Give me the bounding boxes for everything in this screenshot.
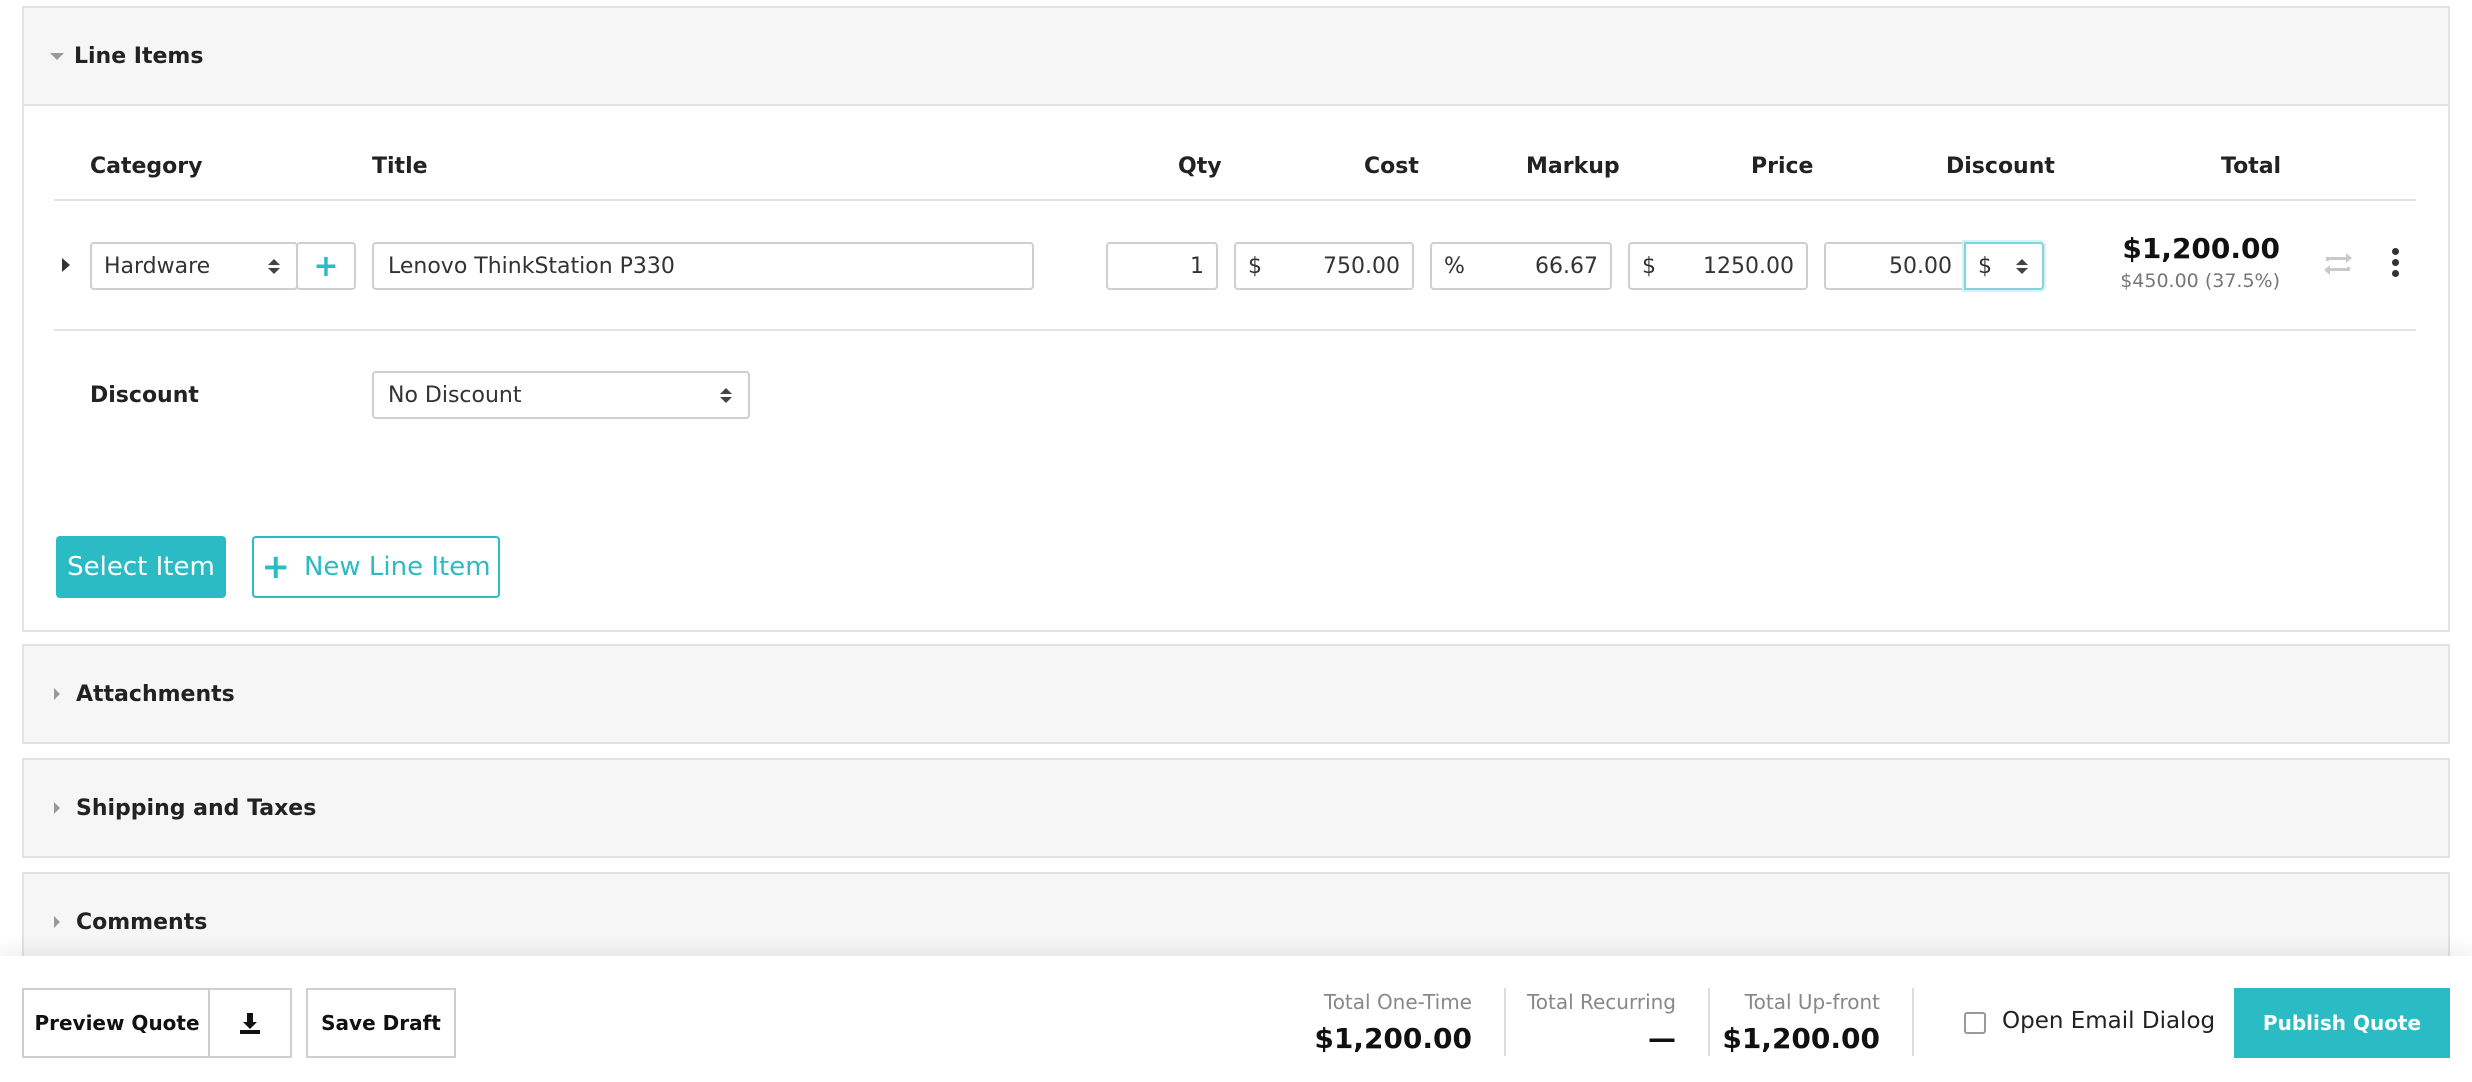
attachments-title: Attachments	[76, 681, 235, 707]
email-dialog-label: Open Email Dialog	[2002, 1008, 2216, 1034]
add-category-button[interactable]: +	[296, 242, 356, 290]
select-arrows-icon	[720, 387, 732, 403]
discount-label: Discount	[90, 383, 199, 408]
discount-type-select[interactable]: $	[1964, 242, 2044, 290]
save-draft-button[interactable]: Save Draft	[306, 988, 456, 1058]
price-value: 1250.00	[1703, 253, 1794, 279]
publish-quote-button[interactable]: Publish Quote	[2234, 988, 2450, 1058]
discount-type-value: $	[1978, 253, 1992, 279]
price-prefix: $	[1642, 253, 1656, 279]
total-upfront-label: Total Up-front	[1744, 990, 1880, 1014]
title-value: Lenovo ThinkStation P330	[388, 253, 675, 279]
new-line-item-button[interactable]: + New Line Item	[252, 536, 500, 598]
col-discount: Discount	[1946, 154, 2055, 179]
recurring-icon[interactable]	[2322, 252, 2354, 280]
line-items-header[interactable]: Line Items	[24, 8, 2448, 106]
caret-right-icon	[54, 688, 60, 700]
caret-down-icon	[50, 52, 64, 60]
row-divider	[54, 329, 2416, 331]
col-category: Category	[90, 154, 203, 179]
row-margin: $450.00 (37.5%)	[2120, 270, 2280, 292]
qty-input[interactable]: 1	[1106, 242, 1218, 290]
new-line-item-label: New Line Item	[303, 552, 491, 582]
shipping-panel[interactable]: Shipping and Taxes	[22, 758, 2450, 858]
more-options-icon[interactable]	[2392, 248, 2399, 277]
cost-prefix: $	[1248, 253, 1262, 279]
cost-input[interactable]: $ 750.00	[1234, 242, 1414, 290]
caret-right-icon	[54, 916, 60, 928]
qty-value: 1	[1190, 253, 1204, 279]
col-markup: Markup	[1526, 154, 1620, 179]
total-one-time-value: $1,200.00	[1314, 1022, 1472, 1055]
expand-row-icon[interactable]	[62, 258, 70, 272]
title-input[interactable]: Lenovo ThinkStation P330	[372, 242, 1034, 290]
total-one-time-label: Total One-Time	[1323, 990, 1472, 1014]
col-title: Title	[372, 154, 428, 179]
discount-select[interactable]: No Discount	[372, 371, 750, 419]
line-items-title: Line Items	[74, 43, 204, 69]
total-recurring-label: Total Recurring	[1526, 990, 1676, 1014]
divider	[1912, 988, 1914, 1056]
shipping-title: Shipping and Taxes	[76, 795, 317, 821]
caret-right-icon	[54, 802, 60, 814]
category-value: Hardware	[104, 253, 211, 279]
category-select[interactable]: Hardware	[90, 242, 298, 290]
row-total: $1,200.00	[2122, 232, 2280, 265]
email-dialog-checkbox[interactable]	[1964, 1012, 1986, 1034]
select-arrows-icon	[2016, 258, 2028, 274]
total-recurring-value: —	[1648, 1022, 1676, 1055]
header-divider	[54, 199, 2416, 201]
attachments-panel[interactable]: Attachments	[22, 644, 2450, 744]
price-input[interactable]: $ 1250.00	[1628, 242, 1808, 290]
comments-title: Comments	[76, 909, 208, 935]
discount-select-value: No Discount	[388, 382, 522, 408]
total-upfront-value: $1,200.00	[1722, 1022, 1880, 1055]
download-button[interactable]	[208, 988, 292, 1058]
discount-input[interactable]: 50.00	[1824, 242, 1966, 290]
download-icon	[240, 1013, 260, 1034]
markup-prefix: %	[1444, 253, 1465, 279]
plus-icon: +	[261, 547, 290, 587]
col-price: Price	[1751, 154, 1814, 179]
preview-quote-button[interactable]: Preview Quote	[22, 988, 210, 1058]
markup-value: 66.67	[1535, 253, 1598, 279]
select-item-button[interactable]: Select Item	[56, 536, 226, 598]
col-total: Total	[2221, 154, 2282, 179]
col-cost: Cost	[1364, 154, 1419, 179]
select-arrows-icon	[268, 258, 280, 274]
markup-input[interactable]: % 66.67	[1430, 242, 1612, 290]
plus-icon: +	[313, 248, 339, 284]
col-qty: Qty	[1178, 154, 1222, 179]
cost-value: 750.00	[1323, 253, 1400, 279]
discount-value: 50.00	[1889, 253, 1952, 279]
